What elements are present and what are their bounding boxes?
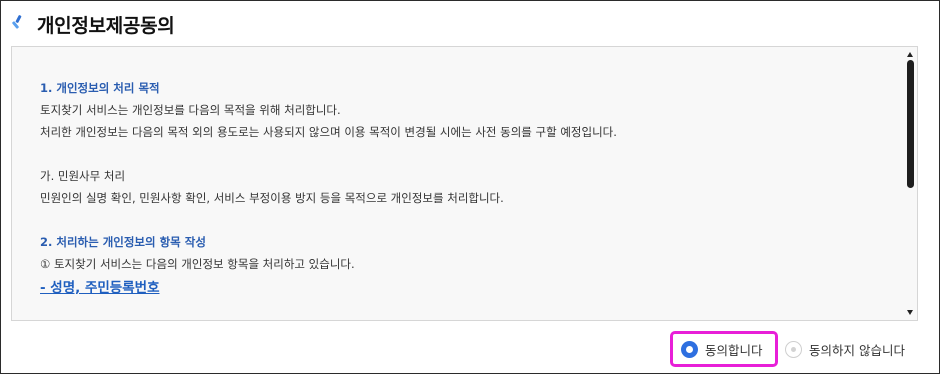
section2-heading: 2. 처리하는 개인정보의 항목 작성	[40, 235, 206, 249]
agree-radio[interactable]	[681, 340, 698, 358]
terms-scroll-box[interactable]: 1. 개인정보의 처리 목적 토지찾기 서비스는 개인정보를 다음의 목적을 위…	[11, 46, 918, 321]
panel-header: 개인정보제공동의	[11, 11, 175, 37]
scrollbar-thumb[interactable]	[907, 60, 914, 188]
brand-logo-icon	[11, 14, 25, 33]
section1-heading: 1. 개인정보의 처리 목적	[40, 81, 160, 95]
section1-line1: 토지찾기 서비스는 개인정보를 다음의 목적을 위해 처리합니다.	[40, 103, 341, 117]
disagree-radio[interactable]	[785, 340, 802, 358]
agree-option[interactable]: 동의합니다	[670, 331, 778, 367]
sub-line: 민원인의 실명 확인, 민원사항 확인, 서비스 부정이용 방지 등을 목적으로…	[40, 191, 504, 205]
section2-line1: ① 토지찾기 서비스는 다음의 개인정보 항목을 처리하고 있습니다.	[40, 257, 355, 271]
disagree-label[interactable]: 동의하지 않습니다	[809, 340, 905, 359]
scroll-up-arrow-icon[interactable]	[907, 52, 913, 57]
agree-label[interactable]: 동의합니다	[705, 340, 763, 359]
terms-content: 1. 개인정보의 처리 목적 토지찾기 서비스는 개인정보를 다음의 목적을 위…	[40, 77, 900, 301]
personal-info-items-link[interactable]: - 성명, 주민등록번호	[40, 275, 160, 301]
sub-heading: 가. 민원사무 처리	[40, 169, 126, 183]
section1-line2: 처리한 개인정보는 다음의 목적 외의 용도로는 사용되지 않으며 이용 목적이…	[40, 125, 617, 139]
vertical-scrollbar[interactable]	[903, 47, 917, 320]
page-title: 개인정보제공동의	[37, 14, 175, 37]
consent-panel: 개인정보제공동의 1. 개인정보의 처리 목적 토지찾기 서비스는 개인정보를 …	[0, 0, 940, 374]
scroll-down-arrow-icon[interactable]	[907, 310, 913, 315]
disagree-option[interactable]: 동의하지 않습니다	[783, 331, 905, 367]
